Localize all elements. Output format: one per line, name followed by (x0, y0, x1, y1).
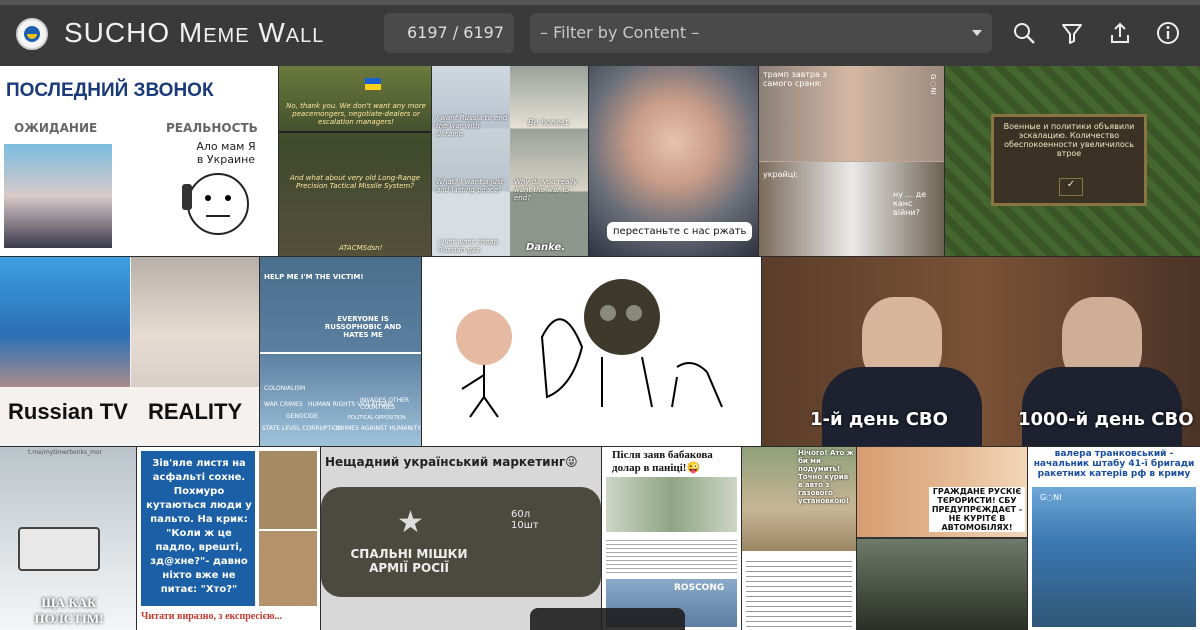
content-filter-select[interactable]: – Filter by Content – (530, 13, 992, 53)
meme-tile[interactable]: Нічого! Ато ж би ми подумить! Точно кури… (742, 447, 856, 630)
filter-icon[interactable] (1058, 19, 1086, 47)
meme-text: No, thank you. We don't want any more pe… (286, 102, 426, 126)
meme-text: STATE LEVEL CORRUPTION (262, 425, 343, 432)
watermark: G◌NI (929, 74, 937, 95)
meme-label: Russian TV (8, 399, 128, 424)
meme-text: ГРАЖДАНЕ РУСКІЄ ТЄРОРИСТИ! СБУ ПРЕДУПРЄЖ… (929, 487, 1025, 532)
meme-tile[interactable]: 1-й день СВО 1000-й день СВО (762, 257, 1200, 446)
meme-tile[interactable] (422, 257, 761, 446)
meme-text: Ало мам Я в Украине (196, 140, 256, 166)
meme-caption: ЩА КАК ПОЛСТІМ! (34, 595, 104, 626)
photo (131, 257, 259, 387)
info-icon[interactable] (1154, 19, 1182, 47)
meme-title: Після заяв бабакова долар в паніці!😜 (612, 449, 713, 474)
meme-label: РЕАЛЬНОСТЬ (166, 121, 258, 135)
meme-label: 1000-й день СВО (1018, 409, 1194, 430)
meme-tile[interactable]: ПОСЛЕДНИЙ ЗВОНОК ОЖИДАНИЕ РЕАЛЬНОСТЬ Ало… (0, 66, 278, 256)
meme-text: Нічого! Ато ж би ми подумить! Точно кури… (798, 449, 854, 505)
watermark: t.me/mytimerbonks_mor (28, 449, 103, 456)
meme-wall: ПОСЛЕДНИЙ ЗВОНОК ОЖИДАНИЕ РЕАЛЬНОСТЬ Ало… (0, 66, 1200, 630)
meme-tile[interactable]: Военные и политики объявили эскалацию. К… (945, 66, 1200, 256)
meme-title: Нещадний український маркетинг😜 (325, 455, 578, 469)
meme-tile[interactable]: перестаньте с нас ржать (589, 66, 758, 256)
divider (279, 131, 431, 133)
meme-text: I just want cheap Russian gas. (438, 238, 499, 254)
meme-text: ROSCONG (674, 583, 725, 593)
meme-text: GENOCIDE (286, 413, 319, 420)
meme-text: Зів'яле листя на асфальті сохне. Похмуро… (146, 458, 252, 595)
search-icon[interactable] (1010, 19, 1038, 47)
meme-caption: Читати виразно, з експресією... (141, 611, 283, 622)
meme-text: 60л 10шт (511, 509, 539, 531)
meme-text: What? I want a just and lasting peace! (436, 178, 504, 194)
photo (1032, 487, 1196, 627)
meme-text: ну ... де канс війни? (893, 190, 927, 217)
filter-placeholder: – Filter by Content – (540, 23, 700, 42)
meme-label: 1-й день СВО (810, 409, 948, 430)
meme-text: I want Russia to end the war with Ukrain… (436, 114, 508, 138)
article-text (606, 537, 737, 573)
watermark: G◌NI (1040, 493, 1062, 502)
burned-car-photo (857, 539, 1027, 630)
meme-tile[interactable]: Нещадний український маркетинг😜 ★ 60л 10… (321, 447, 601, 630)
photo (0, 257, 130, 387)
photo (259, 531, 317, 606)
photo (259, 451, 317, 529)
suit (1022, 367, 1182, 446)
app-header: SUCHO Meme Wall 6197 / 6197 – Filter by … (0, 0, 1200, 66)
meme-text: HELP ME I'M THE VICTIM! (264, 273, 364, 281)
star-icon: ★ (397, 505, 424, 540)
meme-text: INVADES OTHER COUNTRIES (360, 397, 410, 411)
suit (822, 367, 982, 446)
meme-title: валера транковський - начальник штабу 41… (1033, 449, 1195, 479)
meme-tile[interactable]: HELP ME I'M THE VICTIM! EVERYONE IS RUSS… (260, 257, 421, 446)
meme-caption: перестаньте с нас ржать (607, 222, 753, 241)
meme-tile[interactable]: ГРАЖДАНЕ РУСКІЄ ТЄРОРИСТИ! СБУ ПРЕДУПРЄЖ… (857, 447, 1027, 630)
meme-tile[interactable]: No, thank you. We don't want any more pe… (279, 66, 431, 256)
meme-text: COLONIALISM (264, 385, 306, 392)
app-title: SUCHO Meme Wall (64, 17, 325, 48)
chevron-down-icon (972, 30, 982, 36)
meme-text: украйці: (763, 170, 799, 179)
meme-text: POLITICAL OPPOSITION (348, 415, 406, 421)
photo (4, 144, 112, 248)
sucho-logo[interactable] (16, 18, 48, 50)
meme-tile[interactable]: трамп завтра з самого сраня: украйці: ну… (759, 66, 944, 256)
meme-tile[interactable]: Після заяв бабакова долар в паніці!😜 ROS… (602, 447, 741, 630)
panel (432, 66, 510, 256)
overlay-bar (530, 608, 685, 630)
meme-tile[interactable]: I want Russia to end the war with Ukrain… (432, 66, 588, 256)
drawing (456, 279, 723, 418)
meme-tile[interactable]: t.me/mytimerbonks_mor ЩА КАК ПОЛСТІМ! (0, 447, 136, 630)
meme-label: REALITY (148, 399, 243, 424)
meme-text: CRIMES AGAINST HUMANITY (336, 425, 421, 432)
upload-icon[interactable] (1106, 19, 1134, 47)
stick-face (182, 173, 249, 235)
meme-tile[interactable]: Russian TV REALITY (0, 257, 259, 446)
panel (510, 66, 588, 256)
ukraine-flag (365, 78, 381, 90)
meme-text: трамп завтра з самого сраня: (763, 70, 827, 88)
meme-title: ПОСЛЕДНИЙ ЗВОНОК (6, 80, 214, 101)
meme-text: WAR CRIMES (264, 401, 303, 408)
meme-text: СПАЛЬНІ МІШКИ АРМІЇ РОСІЇ (350, 547, 468, 575)
truck (18, 527, 100, 571)
confirm-button: ✓ (1059, 178, 1083, 196)
dollar-bill (606, 477, 737, 532)
meme-text: And what about very old Long-Range Preci… (289, 174, 421, 190)
meme-text: EVERYONE IS RUSSOPHOBIC AND HATES ME (324, 315, 402, 339)
meme-tile[interactable]: валера транковський - начальник штабу 41… (1028, 447, 1200, 630)
meme-text: Why do you really want the war to end? (514, 178, 578, 202)
meme-text: Военные и политики объявили эскалацию. К… (1003, 122, 1135, 158)
meme-counter[interactable]: 6197 / 6197 (384, 13, 514, 53)
divider (260, 352, 421, 354)
meme-text: Be honest. (528, 118, 571, 127)
meme-tile[interactable]: Зів'яле листя на асфальті сохне. Похмуро… (137, 447, 320, 630)
article-text (746, 557, 852, 627)
meme-text: ATACMSdsn! (339, 244, 383, 252)
sleeping-bag (321, 487, 601, 597)
meme-label: ОЖИДАНИЕ (14, 121, 98, 135)
meme-text: Danke. (526, 242, 566, 253)
